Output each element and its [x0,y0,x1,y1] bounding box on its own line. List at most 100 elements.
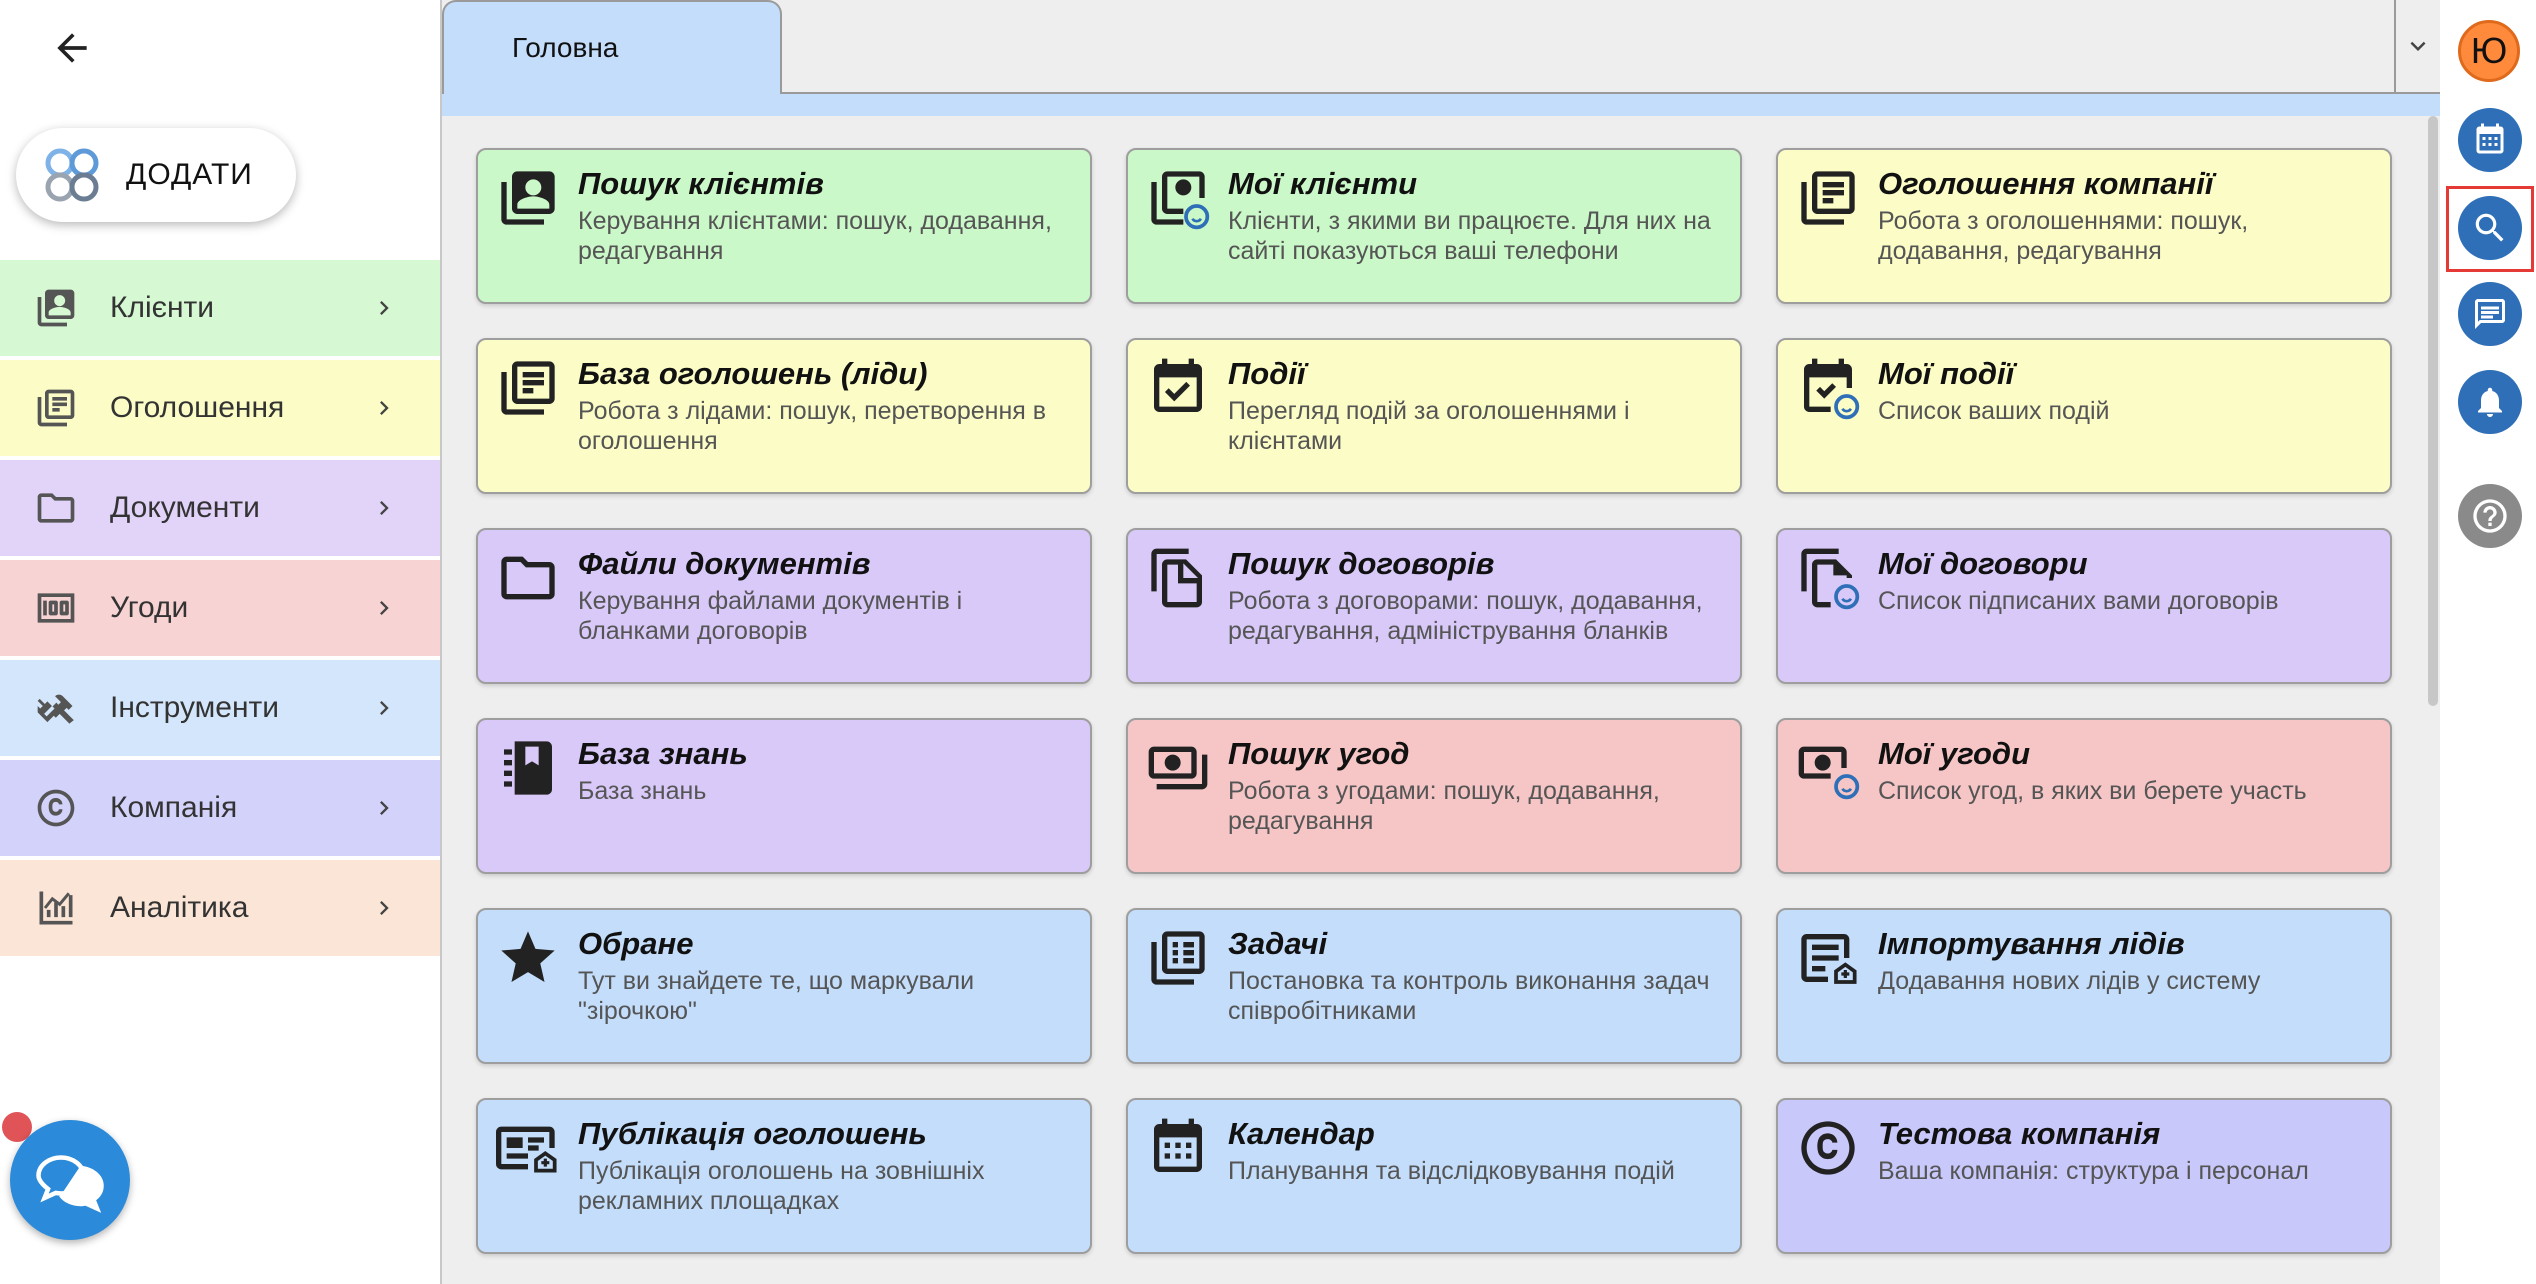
card-tasks[interactable]: Задачі Постановка та контроль виконання … [1126,908,1742,1064]
sidebar-item-deals[interactable]: Угоди [0,560,440,656]
card-test-company[interactable]: Тестова компанія Ваша компанія: структур… [1776,1098,2392,1254]
card-description: Робота з угодами: пошук, додавання, реда… [1228,777,1660,835]
card-my-clients[interactable]: Мої клієнти Клієнти, з якими ви працюєте… [1126,148,1742,304]
card-company-listings[interactable]: Оголошення компанії Робота з оголошенням… [1776,148,2392,304]
sidebar-item-clients[interactable]: Клієнти [0,260,440,356]
sidebar-item-label: Оголошення [110,391,285,424]
card-description: Список ваших подій [1878,397,2110,425]
event-check-icon [1154,358,1202,412]
sidebar-item-tools[interactable]: Інструменти [0,660,440,756]
card-my-events[interactable]: Мої події Список ваших подій [1776,338,2392,494]
card-events[interactable]: Події Перегляд подій за оголошеннями і к… [1126,338,1742,494]
listings-icon [37,389,75,427]
card-title: Тестова компанія [1878,1116,2161,1151]
sidebar-item-label: Клієнти [110,291,215,324]
publish-listing-icon [496,1126,557,1173]
card-leads-database[interactable]: База оголошень (ліди) Робота з лідами: п… [476,338,1092,494]
card-description: Клієнти, з якими ви працюєте. Для них на… [1228,207,1711,265]
card-description: Перегляд подій за оголошеннями і клієнта… [1228,397,1630,455]
calendar-button[interactable] [2458,108,2522,172]
chat-button[interactable] [10,1120,130,1240]
chevron-right-icon [380,601,389,615]
card-title: Пошук договорів [1228,546,1495,581]
chevron-right-icon [380,801,389,815]
main-area: Головна Пошук клієнтів Керування клієнта… [440,0,2440,1284]
card-title: Календар [1228,1116,1375,1151]
card-listing-publication[interactable]: Публікація оголошень Публікація оголошен… [476,1098,1092,1254]
card-description: Планування та відслідковування подій [1228,1157,1675,1185]
right-rail: Ю [2440,0,2536,1284]
tab-home[interactable]: Головна [442,0,782,94]
bell-icon [2478,387,2502,417]
chevron-right-icon [380,701,389,715]
notebook-icon [504,741,552,795]
vertical-scrollbar[interactable] [2428,116,2438,706]
card-title: База знань [578,736,748,771]
folder-icon [501,556,555,600]
tab-label: Головна [512,32,619,63]
sidebar-nav: Клієнти Оголошення Документи Угоди Інстр… [0,260,440,960]
card-title: Мої події [1878,356,2015,391]
messages-button[interactable] [2458,282,2522,346]
card-contract-search[interactable]: Пошук договорів Робота з договорами: пош… [1126,528,1742,684]
card-title: Обране [578,926,694,961]
card-knowledge-base[interactable]: База знань База знань [476,718,1092,874]
money-icon [37,593,75,623]
calendar-icon [1154,1118,1202,1172]
card-my-deals[interactable]: Мої угоди Список угод, в яких ви берете … [1776,718,2392,874]
card-favorites[interactable]: Обране Тут ви знайдете те, що маркували … [476,908,1092,1064]
card-title: Публікація оголошень [578,1116,927,1151]
card-lead-import[interactable]: Імпортування лідів Додавання нових лідів… [1776,908,2392,1064]
library-books-icon [501,361,555,415]
sidebar-item-label: Компанія [110,791,238,824]
card-title: Оголошення компанії [1878,166,2214,201]
card-description: Робота з оголошеннями: пошук, додавання,… [1878,207,2249,265]
tools-icon [37,694,74,724]
card-description: Робота з договорами: пошук, додавання, р… [1228,587,1703,645]
card-description: Публікація оголошень на зовнішніх реклам… [578,1157,985,1215]
chevron-right-icon [380,401,389,415]
my-events-icon [1804,358,1860,420]
help-button[interactable] [2458,484,2522,548]
chat-bubble-icon [36,1155,104,1213]
copyright-icon [1801,1121,1855,1175]
copyright-icon [37,789,75,827]
chevron-down-icon [2410,41,2426,51]
chevron-right-icon [380,301,389,315]
chevron-right-icon [380,901,389,915]
add-button[interactable]: ДОДАТИ [16,128,296,222]
sidebar-item-analytics[interactable]: Аналітика [0,860,440,956]
card-client-search[interactable]: Пошук клієнтів Керування клієнтами: пошу… [476,148,1092,304]
help-icon [2473,499,2507,533]
sidebar-item-listings[interactable]: Оголошення [0,360,440,456]
search-icon [2475,213,2504,242]
card-title: Мої клієнти [1228,166,1418,201]
tab-bar: Головна [442,0,2440,116]
card-deal-search[interactable]: Пошук угод Робота з угодами: пошук, дода… [1126,718,1742,874]
card-title: Події [1228,356,1306,391]
contacts-icon [501,171,555,225]
my-deals-icon [1798,746,1860,800]
card-description: Тут ви знайдете те, що маркували "зірочк… [578,967,975,1025]
card-description: Постановка та контроль виконання задач с… [1228,967,1710,1025]
card-description: Робота з лідами: пошук, перетворення в о… [578,397,1047,455]
sidebar-item-company[interactable]: Компанія [0,760,440,856]
back-button[interactable] [44,20,100,76]
notifications-button[interactable] [2458,370,2522,434]
card-description: База знань [578,777,707,805]
card-calendar[interactable]: Календар Планування та відслідковування … [1126,1098,1742,1254]
tab-strip [442,92,2440,116]
sidebar-item-documents[interactable]: Документи [0,460,440,556]
card-my-contracts[interactable]: Мої договори Список підписаних вами дого… [1776,528,2392,684]
card-description: Додавання нових лідів у систему [1878,967,2261,995]
card-document-files[interactable]: Файли документів Керування файлами докум… [476,528,1092,684]
search-button[interactable] [2458,196,2522,260]
analytics-icon [39,891,73,925]
card-description: Список підписаних вами договорів [1878,587,2279,615]
file-copy-icon [1151,548,1202,608]
tabs-dropdown-button[interactable] [2394,0,2440,92]
card-description: Ваша компанія: структура і персонал [1878,1157,2309,1185]
user-avatar[interactable]: Ю [2458,20,2520,82]
card-title: Файли документів [578,546,871,581]
add-logo-icon [45,148,99,202]
